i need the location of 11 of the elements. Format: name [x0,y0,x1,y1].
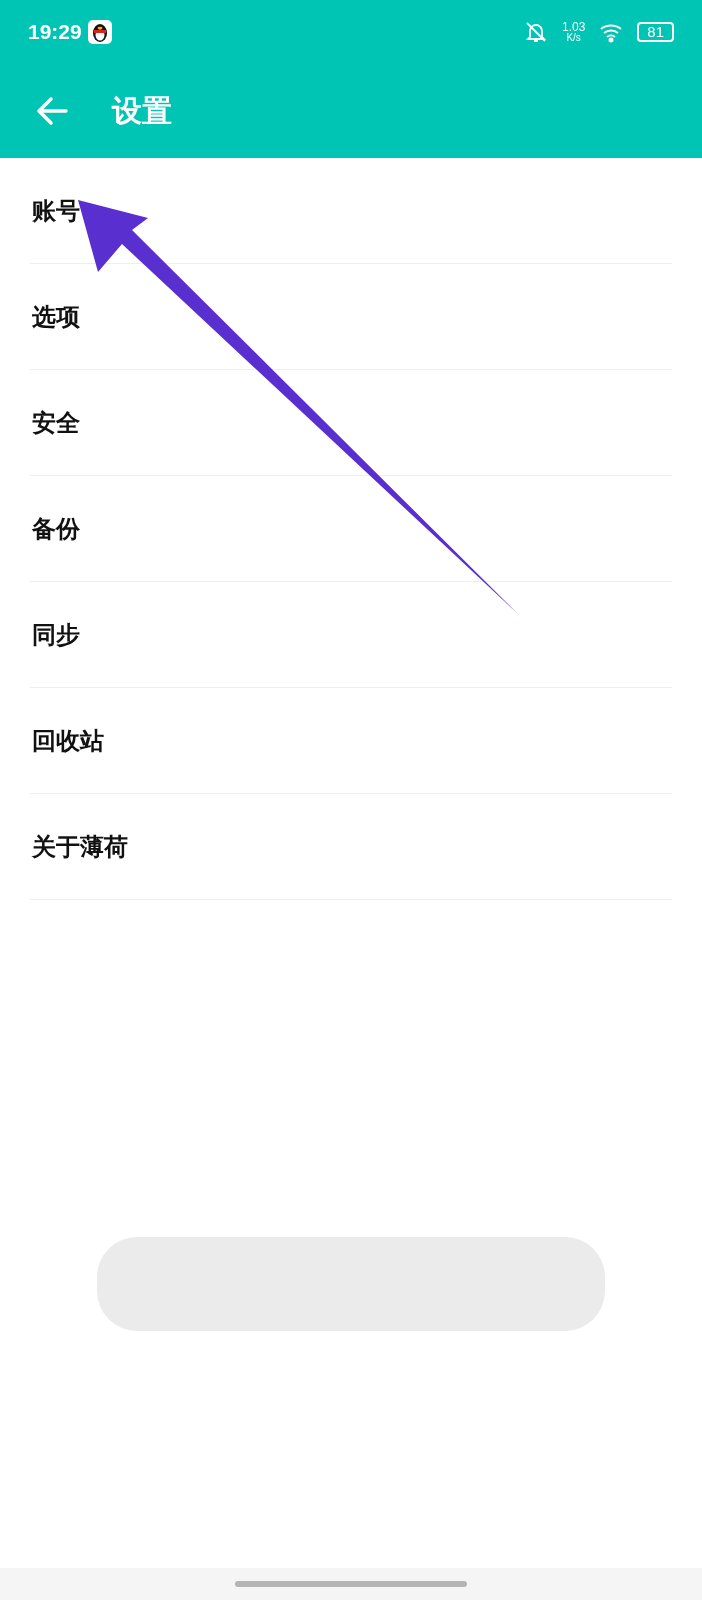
back-icon[interactable] [36,96,68,126]
status-time: 19:29 [28,20,82,44]
battery-level: 81 [637,22,674,42]
penguin-icon [87,20,112,44]
speed-unit: K/s [566,33,581,43]
network-speed: 1.03 [561,21,586,33]
bell-off-icon [523,20,548,44]
settings-row[interactable]: 同步 [30,582,672,688]
page-title: 设置 [112,91,172,130]
settings-row[interactable]: 关于薄荷 [30,794,672,900]
settings-row[interactable]: 回收站 [30,688,672,794]
